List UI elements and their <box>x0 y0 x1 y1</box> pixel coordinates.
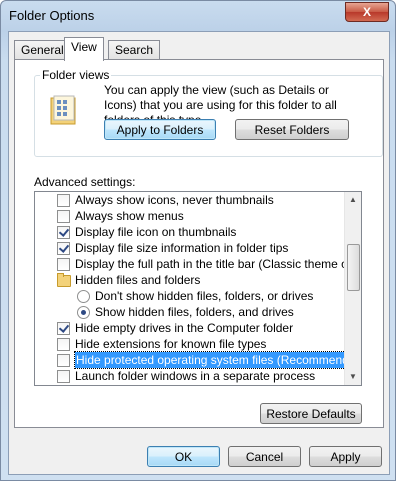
list-item-label: Don't show hidden files, folders, or dri… <box>95 289 314 303</box>
list-item-label: Hide protected operating system files (R… <box>73 351 361 369</box>
folder-icon <box>57 273 71 287</box>
list-item-label: Always show menus <box>75 209 184 223</box>
tab-search-label: Search <box>115 43 154 57</box>
title-bar[interactable]: Folder Options X <box>1 1 395 31</box>
list-item-label: Launch folder windows in a separate proc… <box>75 369 316 383</box>
tab-view[interactable]: View <box>64 37 104 61</box>
folder-view-icon <box>50 95 76 125</box>
checkbox[interactable] <box>57 322 70 335</box>
scroll-thumb[interactable] <box>347 244 360 291</box>
checkbox[interactable] <box>57 354 70 367</box>
tab-general-label: General <box>21 43 64 57</box>
list-scrollbar[interactable]: ▲ ▼ <box>344 192 361 385</box>
apply-button[interactable]: Apply <box>309 446 382 467</box>
apply-to-folders-label: Apply to Folders <box>116 123 204 137</box>
list-item-label: Show hidden files, folders, and drives <box>95 305 294 319</box>
ok-label: OK <box>174 450 193 464</box>
list-item-label: Hide extensions for known file types <box>75 337 267 351</box>
list-item-label: Display the full path in the title bar (… <box>75 257 362 271</box>
reset-folders-button[interactable]: Reset Folders <box>235 119 349 140</box>
restore-defaults-button[interactable]: Restore Defaults <box>260 403 362 424</box>
checkbox[interactable] <box>57 226 70 239</box>
apply-to-folders-button[interactable]: Apply to Folders <box>104 119 216 140</box>
tab-general[interactable]: General <box>14 40 71 60</box>
scroll-down-icon[interactable]: ▼ <box>345 369 361 385</box>
folder-views-title: Folder views <box>40 68 112 82</box>
radio-button[interactable] <box>77 290 90 303</box>
close-button[interactable]: X <box>345 2 389 22</box>
tab-search[interactable]: Search <box>108 40 161 60</box>
scroll-up-icon[interactable]: ▲ <box>345 192 361 208</box>
list-item-label: Hidden files and folders <box>75 273 201 287</box>
advanced-settings-list[interactable]: Always show icons, never thumbnails Alwa… <box>34 191 362 386</box>
list-item-label: Display file icon on thumbnails <box>75 225 237 239</box>
window-title: Folder Options <box>9 8 95 23</box>
checkbox[interactable] <box>57 338 70 351</box>
folder-options-window: Folder Options X General View Search Fol… <box>0 0 396 481</box>
cancel-button[interactable]: Cancel <box>228 446 301 467</box>
checkbox[interactable] <box>57 194 70 207</box>
list-item-label: Always show icons, never thumbnails <box>75 193 274 207</box>
tab-view-label: View <box>71 40 97 54</box>
reset-folders-label: Reset Folders <box>254 123 330 137</box>
list-item-label: Hide empty drives in the Computer folder <box>75 321 294 335</box>
cancel-label: Cancel <box>245 450 284 464</box>
radio-button[interactable] <box>77 306 90 319</box>
close-icon: X <box>362 5 371 19</box>
checkbox[interactable] <box>57 242 70 255</box>
checkbox[interactable] <box>57 370 70 383</box>
apply-label: Apply <box>330 450 361 464</box>
checkbox[interactable] <box>57 258 70 271</box>
advanced-settings-label: Advanced settings: <box>34 175 136 189</box>
restore-defaults-label: Restore Defaults <box>266 407 356 421</box>
list-item-label: Display file size information in folder … <box>75 241 289 255</box>
checkbox[interactable] <box>57 210 70 223</box>
ok-button[interactable]: OK <box>147 446 220 467</box>
